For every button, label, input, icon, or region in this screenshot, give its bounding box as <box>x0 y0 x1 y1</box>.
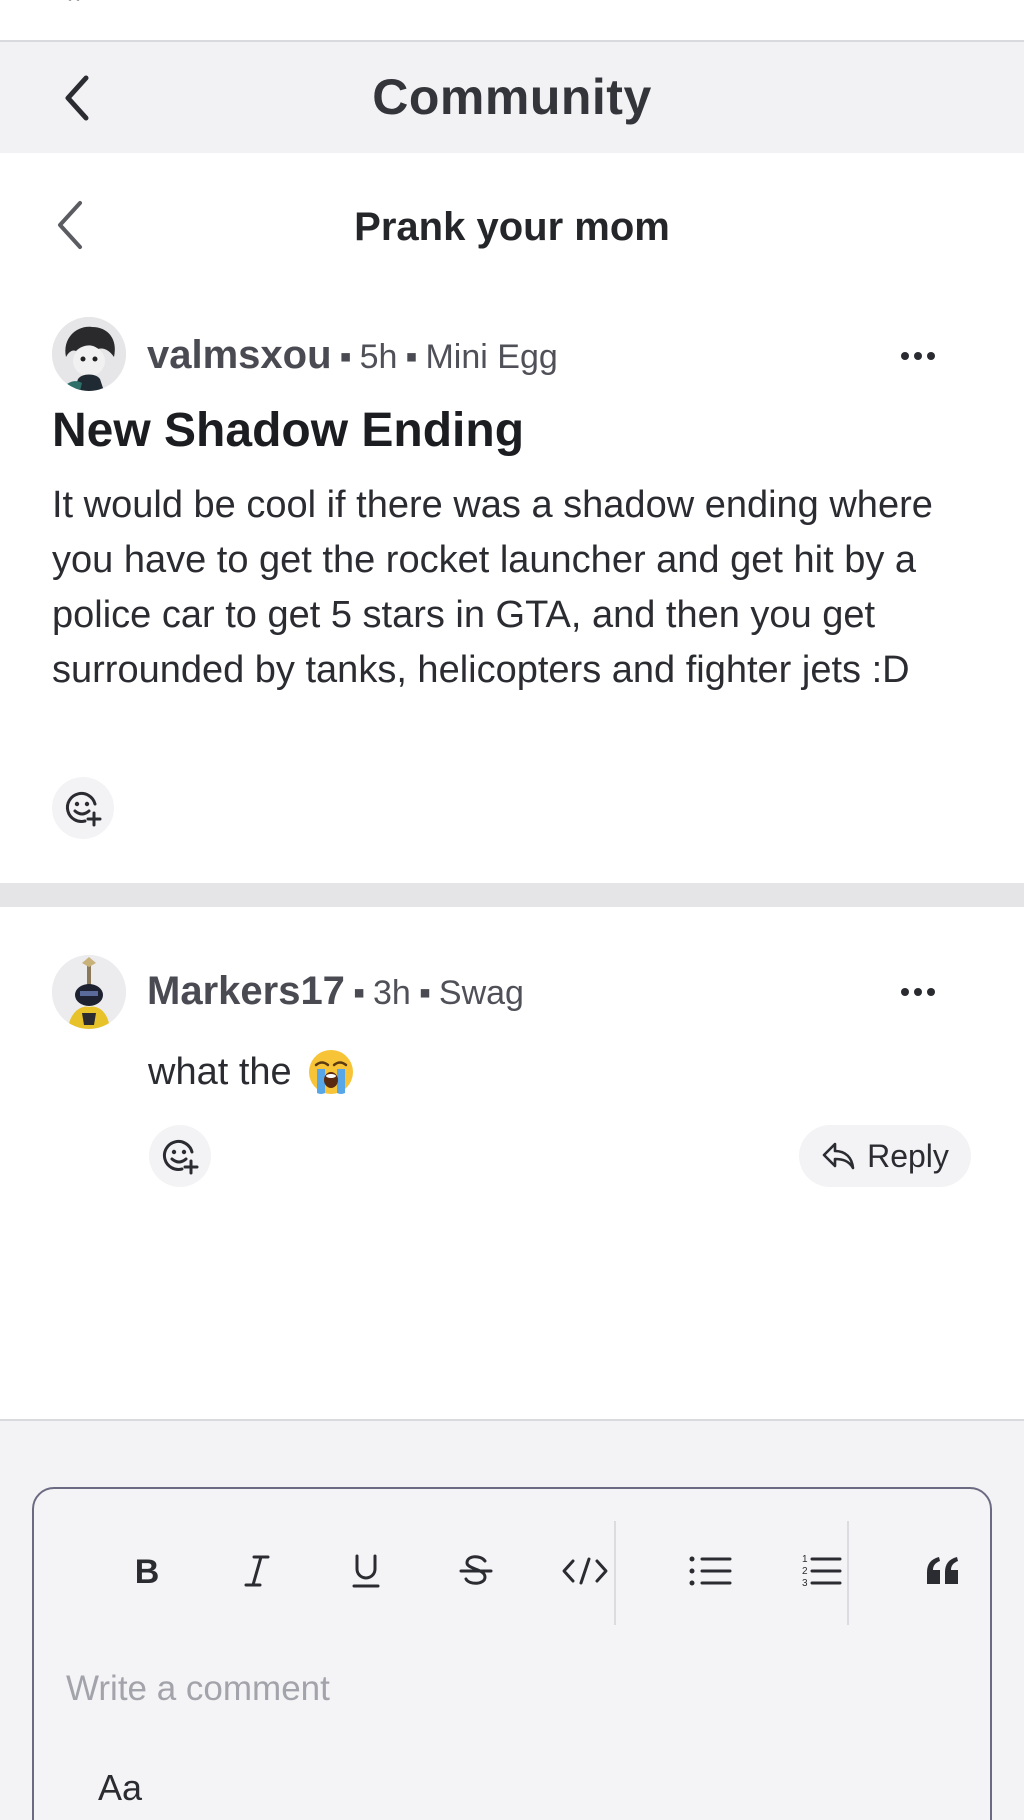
more-horizontal-icon <box>901 352 909 360</box>
comment-composer: B 1 2 3 Write a comment Aa <box>32 1487 992 1820</box>
comment-input[interactable] <box>66 1661 946 1717</box>
add-reaction-icon <box>66 791 102 827</box>
meta-separator: ▪ <box>405 338 418 376</box>
quote-button[interactable] <box>908 1535 978 1607</box>
text-format-toggle[interactable]: Aa <box>98 1767 142 1809</box>
avatar[interactable] <box>52 955 126 1029</box>
thread-title: Prank your mom <box>354 205 670 249</box>
meta-separator: ▪ <box>418 974 431 1012</box>
meta-separator: ▪ <box>339 338 352 376</box>
underline-button[interactable] <box>331 1535 401 1607</box>
formatting-toolbar: B 1 2 3 <box>34 1519 990 1625</box>
svg-text:B: B <box>135 1554 160 1588</box>
svg-text:3: 3 <box>802 1578 808 1589</box>
svg-text:1: 1 <box>802 1554 808 1565</box>
svg-text:2: 2 <box>802 1566 808 1577</box>
post-author[interactable]: valmsxou <box>147 333 332 378</box>
underline-icon <box>352 1554 380 1588</box>
section-divider <box>0 883 1024 907</box>
close-icon <box>68 0 80 1</box>
quote-icon <box>927 1557 958 1584</box>
post: valmsxou ▪ 5h ▪ Mini Egg New Shadow Endi… <box>0 303 1024 883</box>
comment-add-reaction-button[interactable] <box>149 1125 211 1187</box>
strikethrough-icon <box>459 1555 493 1585</box>
post-headline: New Shadow Ending <box>52 404 525 457</box>
post-meta: valmsxou ▪ 5h ▪ Mini Egg <box>147 333 558 378</box>
code-icon <box>562 1557 608 1585</box>
italic-button[interactable] <box>222 1535 292 1607</box>
comment-meta: Markers17 ▪ 3h ▪ Swag <box>147 969 524 1014</box>
loudly-crying-face-emoji <box>308 1050 353 1094</box>
toolbar-divider <box>614 1521 616 1625</box>
user-avatar-image <box>52 955 126 1029</box>
comment: Markers17 ▪ 3h ▪ Swag what the Reply <box>0 907 1024 1419</box>
comment-composer-area: B 1 2 3 Write a comment Aa <box>0 1419 1024 1820</box>
comment-flair: Swag <box>438 974 524 1012</box>
toolbar-divider <box>847 1521 849 1625</box>
italic-icon <box>244 1555 270 1587</box>
bold-button[interactable]: B <box>112 1535 182 1607</box>
code-button[interactable] <box>550 1535 620 1607</box>
meta-separator: ▪ <box>352 974 365 1012</box>
more-horizontal-icon <box>901 988 909 996</box>
top-edge-bar <box>0 0 1024 42</box>
reply-label: Reply <box>867 1137 949 1174</box>
comment-text: what the <box>148 1050 292 1093</box>
bulleted-list-button[interactable] <box>675 1535 745 1607</box>
post-flair: Mini Egg <box>425 338 558 376</box>
top-navigation-bar: Community <box>0 42 1024 153</box>
numbered-list-icon: 1 2 3 <box>802 1554 842 1589</box>
post-time: 5h <box>359 338 398 376</box>
page-title: Community <box>372 69 652 125</box>
avatar[interactable] <box>52 317 126 391</box>
bold-icon: B <box>135 1554 160 1588</box>
post-body: It would be cool if there was a shadow e… <box>52 484 933 691</box>
comment-time: 3h <box>373 974 411 1012</box>
add-reaction-icon <box>163 1139 199 1175</box>
post-more-button[interactable] <box>890 336 946 376</box>
comment-more-button[interactable] <box>890 972 946 1012</box>
reply-arrow-icon <box>822 1142 855 1170</box>
post-add-reaction-button[interactable] <box>52 777 114 839</box>
bulleted-list-icon <box>689 1556 732 1586</box>
reply-button[interactable]: Reply <box>799 1125 971 1187</box>
numbered-list-button[interactable]: 1 2 3 <box>785 1535 855 1607</box>
thread-header: Prank your mom <box>0 153 1024 303</box>
strikethrough-button[interactable] <box>441 1535 511 1607</box>
comment-author[interactable]: Markers17 <box>147 969 345 1014</box>
comment-text-row: what the <box>148 1047 356 1097</box>
user-avatar-image <box>52 317 126 391</box>
